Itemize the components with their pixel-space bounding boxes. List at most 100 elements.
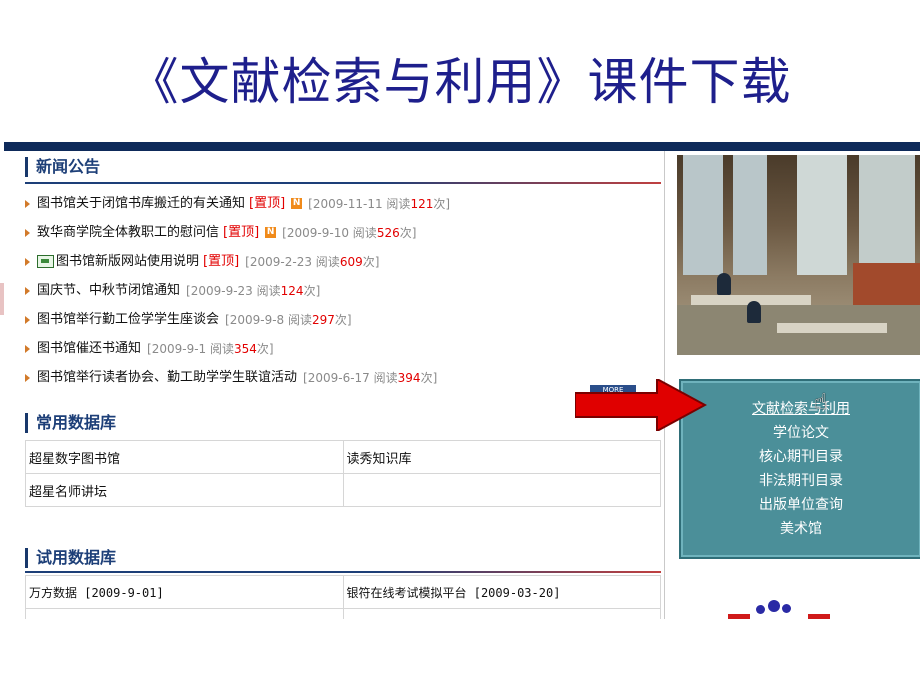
hand-cursor-icon: ☝ (814, 390, 828, 415)
news-date: [2009-2-23 (245, 254, 312, 269)
news-item[interactable]: 致华商学院全体教职工的慰问信 [置顶] N [2009-9-10 阅读526次] (21, 218, 661, 247)
trial-db-table: 万方数据 [2009-9-01] 银符在线考试模拟平台 [2009-03-20] (25, 575, 661, 619)
read-label: 阅读 (373, 370, 398, 385)
db-link[interactable] (342, 473, 661, 507)
logo-paw-shape (782, 604, 791, 613)
news-title[interactable]: 图书馆举行读者协会、勤工助学学生联谊活动 (37, 368, 297, 388)
news-date: [2009-9-10 (282, 225, 349, 240)
trial-db-divider (25, 571, 661, 573)
photo-window (797, 155, 847, 275)
table-row: 万方数据 [2009-9-01] 银符在线考试模拟平台 [2009-03-20] (25, 575, 661, 609)
logo-red-mark (808, 614, 830, 619)
news-item[interactable]: 图书馆举行读者协会、勤工助学学生联谊活动 [2009-6-17 阅读394次] (21, 363, 661, 392)
db-link[interactable]: 银符在线考试模拟平台 [2009-03-20] (342, 575, 661, 609)
news-meta: [2009-9-10 阅读526次] (282, 223, 416, 243)
db-link[interactable]: 万方数据 [2009-9-01] (25, 575, 344, 609)
table-row (25, 608, 661, 619)
news-item[interactable]: 国庆节、中秋节闭馆通知 [2009-9-23 阅读124次] (21, 276, 661, 305)
bullet-arrow-icon (25, 315, 30, 324)
news-title[interactable]: 国庆节、中秋节闭馆通知 (37, 281, 180, 301)
bullet-arrow-icon (25, 228, 30, 237)
read-unit: 次] (433, 196, 451, 211)
site-top-bar (4, 142, 920, 151)
news-date: [2009-9-8 (225, 312, 285, 327)
read-unit: 次] (256, 341, 274, 356)
logo-paw-shape (768, 600, 780, 612)
read-unit: 次] (303, 283, 321, 298)
library-reading-room-photo (677, 155, 920, 355)
pinned-tag: [置顶] (249, 195, 286, 211)
red-pointer-arrow-icon (575, 379, 707, 431)
bullet-arrow-icon (25, 344, 30, 353)
partner-logo (724, 598, 834, 619)
db-link[interactable] (342, 608, 661, 619)
db-link[interactable] (25, 608, 344, 619)
bullet-arrow-icon (25, 373, 30, 382)
db-link[interactable]: 读秀知识库 (342, 440, 661, 474)
db-link[interactable]: 超星数字图书馆 (25, 440, 344, 474)
news-title[interactable]: 图书馆举行勤工俭学学生座谈会 (37, 310, 219, 330)
news-item[interactable]: 图书馆举行勤工俭学学生座谈会 [2009-9-8 阅读297次] (21, 305, 661, 334)
section-marker (25, 413, 28, 433)
photo-person (747, 301, 761, 323)
quick-link[interactable]: 美术馆 (681, 517, 920, 541)
table-row: 超星数字图书馆 读秀知识库 (25, 440, 661, 474)
quick-link[interactable]: 核心期刊目录 (681, 445, 920, 469)
read-count: 124 (280, 283, 304, 298)
news-heading: 新闻公告 (36, 157, 101, 176)
trial-db-section-header: 试用数据库 (25, 548, 116, 568)
read-count: 394 (397, 370, 421, 385)
common-db-heading: 常用数据库 (36, 413, 117, 432)
new-badge-icon: N (291, 198, 303, 209)
news-divider (25, 182, 661, 184)
read-label: 阅读 (288, 312, 313, 327)
read-count: 609 (339, 254, 363, 269)
read-label: 阅读 (352, 225, 377, 240)
section-marker (25, 157, 28, 177)
db-link[interactable]: 超星名师讲坛 (25, 473, 344, 507)
photo-window (733, 155, 767, 275)
news-date: [2009-11-11 (308, 196, 383, 211)
news-date: [2009-6-17 (303, 370, 370, 385)
trial-db-heading: 试用数据库 (36, 548, 117, 567)
quick-link[interactable]: 学位论文 (681, 421, 920, 445)
logo-paw-shape (756, 605, 765, 614)
quick-links-list: 文献检索与利用 学位论文 核心期刊目录 非法期刊目录 出版单位查询 美术馆 (681, 381, 920, 541)
main-content: 新闻公告 图书馆关于闭馆书库搬迁的有关通知 [置顶] N [2009-11-11… (21, 151, 664, 619)
quick-link[interactable]: 出版单位查询 (681, 493, 920, 517)
image-icon (37, 255, 54, 268)
read-count: 526 (376, 225, 400, 240)
read-label: 阅读 (256, 283, 281, 298)
news-item[interactable]: 图书馆关于闭馆书库搬迁的有关通知 [置顶] N [2009-11-11 阅读12… (21, 189, 661, 218)
news-date: [2009-9-1 (147, 341, 207, 356)
bullet-arrow-icon (25, 199, 30, 208)
pinned-tag: [置顶] (203, 253, 240, 269)
news-title[interactable]: 致华商学院全体教职工的慰问信 (37, 223, 219, 243)
quick-links-box: 文献检索与利用 学位论文 核心期刊目录 非法期刊目录 出版单位查询 美术馆 (679, 379, 920, 559)
quick-link[interactable]: 文献检索与利用 (681, 397, 920, 421)
news-item[interactable]: 图书馆催还书通知 [2009-9-1 阅读354次] (21, 334, 661, 363)
read-unit: 次] (420, 370, 438, 385)
read-unit: 次] (334, 312, 352, 327)
news-title[interactable]: 图书馆催还书通知 (37, 339, 141, 359)
pinned-tag: [置顶] (223, 224, 260, 240)
photo-person (717, 273, 731, 295)
table-row: 超星名师讲坛 (25, 473, 661, 507)
new-badge-icon: N (265, 227, 277, 238)
read-label: 阅读 (210, 341, 235, 356)
quick-link[interactable]: 非法期刊目录 (681, 469, 920, 493)
news-date: [2009-9-23 (186, 283, 253, 298)
news-item[interactable]: 图书馆新版网站使用说明 [置顶] [2009-2-23 阅读609次] (21, 247, 661, 276)
news-meta: [2009-11-11 阅读121次] (308, 194, 450, 214)
bullet-arrow-icon (25, 257, 30, 266)
read-count: 354 (234, 341, 257, 356)
photo-shelf (853, 263, 920, 307)
bullet-arrow-icon (25, 286, 30, 295)
news-meta: [2009-6-17 阅读394次] (303, 368, 437, 388)
news-title[interactable]: 图书馆关于闭馆书库搬迁的有关通知 (37, 194, 245, 214)
common-db-table: 超星数字图书馆 读秀知识库 超星名师讲坛 (25, 440, 661, 507)
slide-title: 《文献检索与利用》课件下载 (128, 53, 792, 111)
read-label: 阅读 (386, 196, 411, 211)
photo-window (683, 155, 723, 275)
news-title[interactable]: 图书馆新版网站使用说明 (56, 252, 199, 272)
